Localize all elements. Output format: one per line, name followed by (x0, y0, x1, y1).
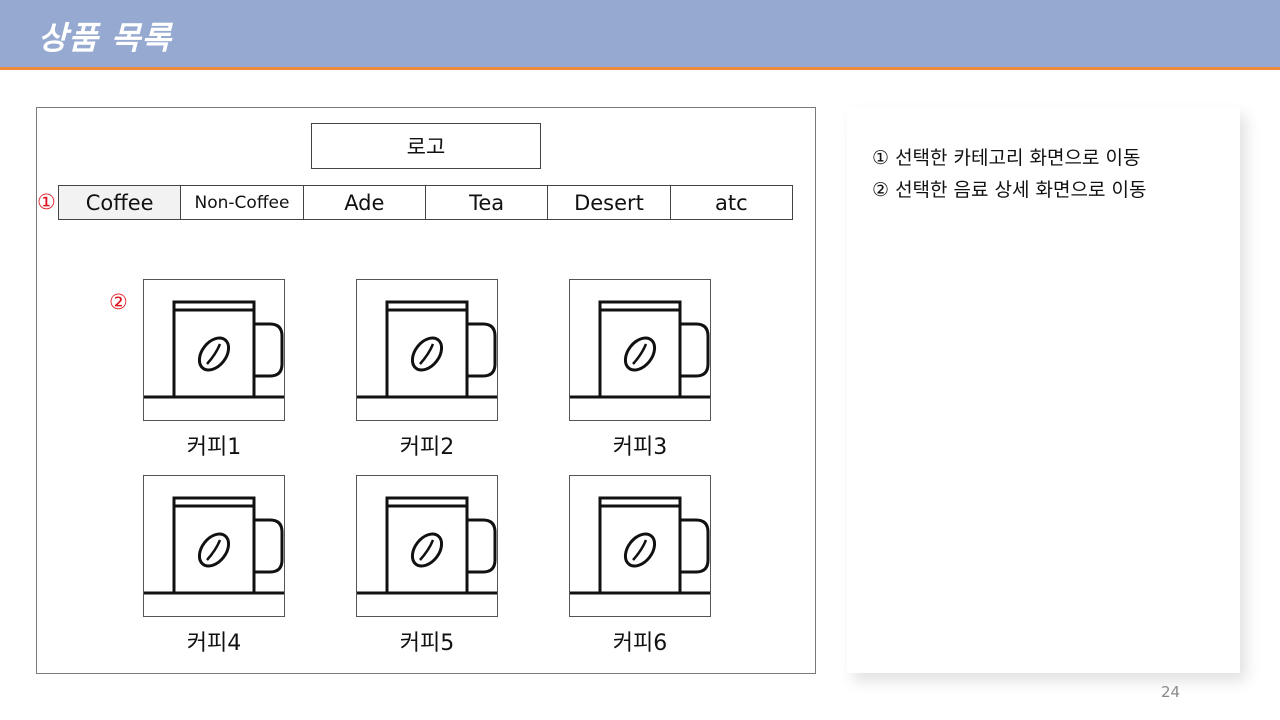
product-thumbnail (143, 279, 285, 421)
product-card-4[interactable]: 커피4 (143, 475, 285, 657)
coffee-mug-icon (357, 300, 497, 399)
product-card-6[interactable]: 커피6 (569, 475, 711, 657)
tab-atc[interactable]: atc (669, 186, 792, 219)
slide-header: 상품 목록 (0, 0, 1280, 70)
description-panel: ① 선택한 카테고리 화면으로 이동 ② 선택한 음료 상세 화면으로 이동 (847, 107, 1240, 673)
product-thumbnail (143, 475, 285, 617)
page-number: 24 (1161, 683, 1181, 701)
category-tabs: Coffee Non-Coffee Ade Tea Desert atc (58, 185, 793, 220)
product-card-2[interactable]: 커피2 (356, 279, 498, 461)
slide-title: 상품 목록 (38, 19, 172, 57)
product-card-1[interactable]: 커피1 (143, 279, 285, 461)
coffee-mug-icon (570, 300, 710, 399)
product-thumbnail (356, 279, 498, 421)
product-name: 커피3 (612, 435, 668, 460)
coffee-mug-icon (357, 496, 497, 595)
coffee-mug-icon (144, 300, 284, 399)
marker-category: ① (37, 190, 56, 214)
product-name: 커피4 (186, 631, 242, 656)
tab-coffee[interactable]: Coffee (59, 186, 181, 219)
product-name: 커피6 (612, 631, 668, 656)
coffee-mug-icon (570, 496, 710, 595)
tab-tea[interactable]: Tea (424, 186, 548, 219)
product-name: 커피1 (186, 435, 242, 460)
product-name: 커피5 (399, 631, 455, 656)
coffee-mug-icon (144, 496, 284, 595)
wireframe-screen: 로고 ① Coffee Non-Coffee Ade Tea Desert at… (36, 107, 816, 674)
product-card-5[interactable]: 커피5 (356, 475, 498, 657)
tab-ade[interactable]: Ade (302, 186, 425, 219)
tab-desert[interactable]: Desert (547, 186, 670, 219)
logo-placeholder[interactable]: 로고 (311, 123, 541, 169)
product-card-3[interactable]: 커피3 (569, 279, 711, 461)
product-thumbnail (569, 279, 711, 421)
product-thumbnail (569, 475, 711, 617)
product-thumbnail (356, 475, 498, 617)
note-product: ② 선택한 음료 상세 화면으로 이동 (872, 179, 1147, 201)
note-category: ① 선택한 카테고리 화면으로 이동 (872, 147, 1141, 169)
marker-product: ② (109, 290, 128, 314)
product-name: 커피2 (399, 435, 455, 460)
tab-non-coffee[interactable]: Non-Coffee (180, 186, 303, 219)
logo-label: 로고 (406, 135, 446, 159)
